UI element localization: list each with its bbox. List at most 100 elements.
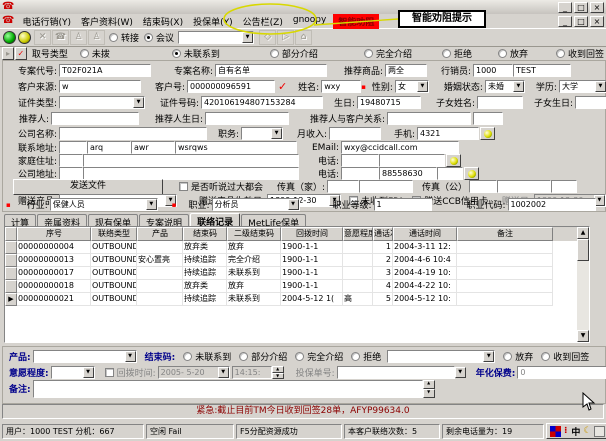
phone1-input2[interactable] bbox=[379, 154, 445, 167]
language-indicator[interactable]: 中 bbox=[571, 425, 580, 438]
occ-level-input[interactable] bbox=[374, 198, 432, 211]
dial-type-option[interactable]: 拒绝 bbox=[442, 47, 472, 60]
premium-input[interactable] bbox=[517, 366, 606, 379]
tab-4[interactable]: 联络记录 bbox=[190, 213, 240, 226]
time-stepper[interactable]: ▲ ▼ bbox=[272, 366, 284, 379]
agent2-icon[interactable]: ♙ bbox=[88, 30, 105, 45]
dial-type-option[interactable]: 完全介绍 bbox=[364, 47, 412, 60]
occupation-select[interactable]: 分析员 ▼ bbox=[212, 198, 300, 211]
child-minimize-button[interactable]: _ bbox=[558, 16, 572, 27]
child-restore-button[interactable]: □ bbox=[574, 16, 588, 27]
tab-0[interactable]: 计算 bbox=[4, 214, 36, 226]
rec-product-input[interactable] bbox=[385, 64, 427, 77]
referrer-rel-input[interactable] bbox=[387, 112, 471, 125]
dial-type-option[interactable]: 未拨 bbox=[80, 47, 110, 60]
id-no-input[interactable] bbox=[201, 96, 323, 109]
callback-checkbox[interactable] bbox=[105, 368, 114, 377]
ime-flag-icon[interactable] bbox=[550, 426, 561, 437]
callback-date-select[interactable]: 2005- 5-20 ▼ bbox=[158, 366, 230, 379]
id-type-select[interactable]: ▼ bbox=[59, 96, 145, 109]
fax-home-input1[interactable] bbox=[327, 180, 359, 193]
policy-input[interactable] bbox=[337, 366, 455, 379]
dial-icon[interactable] bbox=[464, 167, 479, 180]
phone-icon[interactable]: ☎ bbox=[52, 30, 69, 45]
end-code-option[interactable]: 部分介绍 bbox=[239, 350, 287, 363]
dial-type-option[interactable]: 放弃 bbox=[498, 47, 528, 60]
case-name-input[interactable] bbox=[215, 64, 327, 77]
forward-icon[interactable]: ▷ bbox=[277, 30, 294, 45]
phone2-input2[interactable] bbox=[379, 167, 437, 180]
step-down-icon[interactable]: ▼ bbox=[423, 389, 435, 398]
willing-select[interactable]: ▼ bbox=[51, 366, 95, 379]
agent-icon[interactable]: ♙ bbox=[70, 30, 87, 45]
name-input[interactable] bbox=[321, 80, 361, 93]
minimize-button[interactable]: _ bbox=[558, 2, 572, 13]
green-lamp-icon[interactable] bbox=[3, 31, 16, 44]
dial-type-option[interactable]: 部分介绍 bbox=[270, 47, 318, 60]
home-addr-input2[interactable] bbox=[83, 154, 299, 167]
home-icon[interactable]: ⌂ bbox=[295, 30, 312, 45]
tab-5[interactable]: MetLife保单 bbox=[241, 214, 306, 226]
yellow-lamp-icon[interactable] bbox=[18, 31, 31, 44]
end-code-option[interactable]: 完全介绍 bbox=[295, 350, 343, 363]
menu-item[interactable]: gnoopy bbox=[288, 14, 331, 29]
contact-addr-input2[interactable] bbox=[87, 141, 131, 154]
referrer-input[interactable] bbox=[51, 112, 139, 125]
referrer-rel-input2[interactable] bbox=[473, 112, 503, 125]
keyboard-icon[interactable] bbox=[594, 426, 605, 437]
home-addr-input1[interactable] bbox=[59, 154, 83, 167]
education-select[interactable]: 大学 ▼ bbox=[559, 80, 606, 93]
fax-home-input2[interactable] bbox=[359, 180, 413, 193]
child-close-button[interactable]: × bbox=[590, 16, 604, 27]
confirm-check-icon[interactable]: ✓ bbox=[15, 47, 27, 60]
contact-addr-input3[interactable] bbox=[131, 141, 175, 154]
mobile-input[interactable] bbox=[417, 127, 479, 140]
menu-item[interactable]: 电话行销(Y) bbox=[17, 14, 76, 29]
transfer-option[interactable]: 转接 bbox=[109, 31, 139, 44]
child-birth-input[interactable] bbox=[575, 96, 606, 109]
end-code-option[interactable]: 放弃 bbox=[503, 350, 533, 363]
tab-1[interactable]: 亲属资料 bbox=[37, 214, 87, 226]
tab-3[interactable]: 专案说明 bbox=[139, 214, 189, 226]
agent-name-input[interactable] bbox=[513, 64, 571, 77]
restore-button[interactable]: □ bbox=[574, 2, 588, 13]
table-row[interactable]: 00000000013OUTBOUND安心置亮持续追踪完全介绍1900-1-12… bbox=[5, 254, 589, 267]
contact-addr-input1[interactable] bbox=[59, 141, 87, 154]
fax-office-input2[interactable] bbox=[497, 180, 551, 193]
ime-mode-icon[interactable]: ⁝ bbox=[564, 426, 567, 436]
fax-office-input1[interactable] bbox=[469, 180, 497, 193]
language-bar[interactable]: ⁝ 中 ☾ ? ⁝ bbox=[546, 423, 606, 439]
dial-icon[interactable] bbox=[480, 127, 495, 140]
step-down-icon[interactable]: ▼ bbox=[272, 373, 284, 380]
occ-code-input[interactable] bbox=[508, 198, 596, 211]
referrer-birth-input[interactable] bbox=[205, 112, 289, 125]
table-row[interactable]: 00000000017OUTBOUND持续追踪未联系到1900-1-132004… bbox=[5, 267, 589, 280]
conference-option[interactable]: 会议 bbox=[144, 31, 174, 44]
end-code-option[interactable]: 收到回签 bbox=[541, 350, 589, 363]
menu-item[interactable]: 客户资料(W) bbox=[76, 14, 138, 29]
gender-select[interactable]: 女 ▼ bbox=[395, 80, 429, 93]
phone1-input1[interactable] bbox=[341, 154, 379, 167]
income-input[interactable] bbox=[329, 127, 381, 140]
cust-no-input[interactable] bbox=[187, 80, 275, 93]
dial-type-option[interactable]: 未联系到 bbox=[172, 47, 220, 60]
table-row[interactable]: 00000000018OUTBOUND放弃类放弃1900-1-142004-4-… bbox=[5, 280, 589, 293]
end-code-option[interactable]: 拒绝 bbox=[351, 350, 381, 363]
industry-select[interactable]: 保健人员 ▼ bbox=[50, 198, 158, 211]
marital-select[interactable]: 未婚 ▼ bbox=[485, 80, 525, 93]
menu-item[interactable]: 投保单(Y) bbox=[188, 14, 238, 29]
phone2-input1[interactable] bbox=[341, 167, 379, 180]
close-button[interactable]: × bbox=[590, 2, 604, 13]
note-icon[interactable]: ◇ bbox=[259, 30, 276, 45]
step-up-icon[interactable]: ▲ bbox=[423, 380, 435, 389]
note-stepper[interactable]: ▲ ▼ bbox=[423, 380, 435, 398]
note-textarea[interactable] bbox=[33, 380, 423, 398]
line-select[interactable]: ▼ bbox=[178, 31, 254, 44]
menu-item[interactable]: 公告栏(Z) bbox=[238, 14, 288, 29]
menu-item[interactable]: 结束码(X) bbox=[138, 14, 188, 29]
play-icon[interactable]: ▸ bbox=[2, 47, 14, 60]
callback-time-input[interactable] bbox=[232, 366, 272, 379]
scroll-up-icon[interactable]: ▲ bbox=[577, 227, 589, 239]
send-file-button[interactable]: 发送文件 bbox=[13, 179, 163, 195]
fax-office-input3[interactable] bbox=[551, 180, 577, 193]
